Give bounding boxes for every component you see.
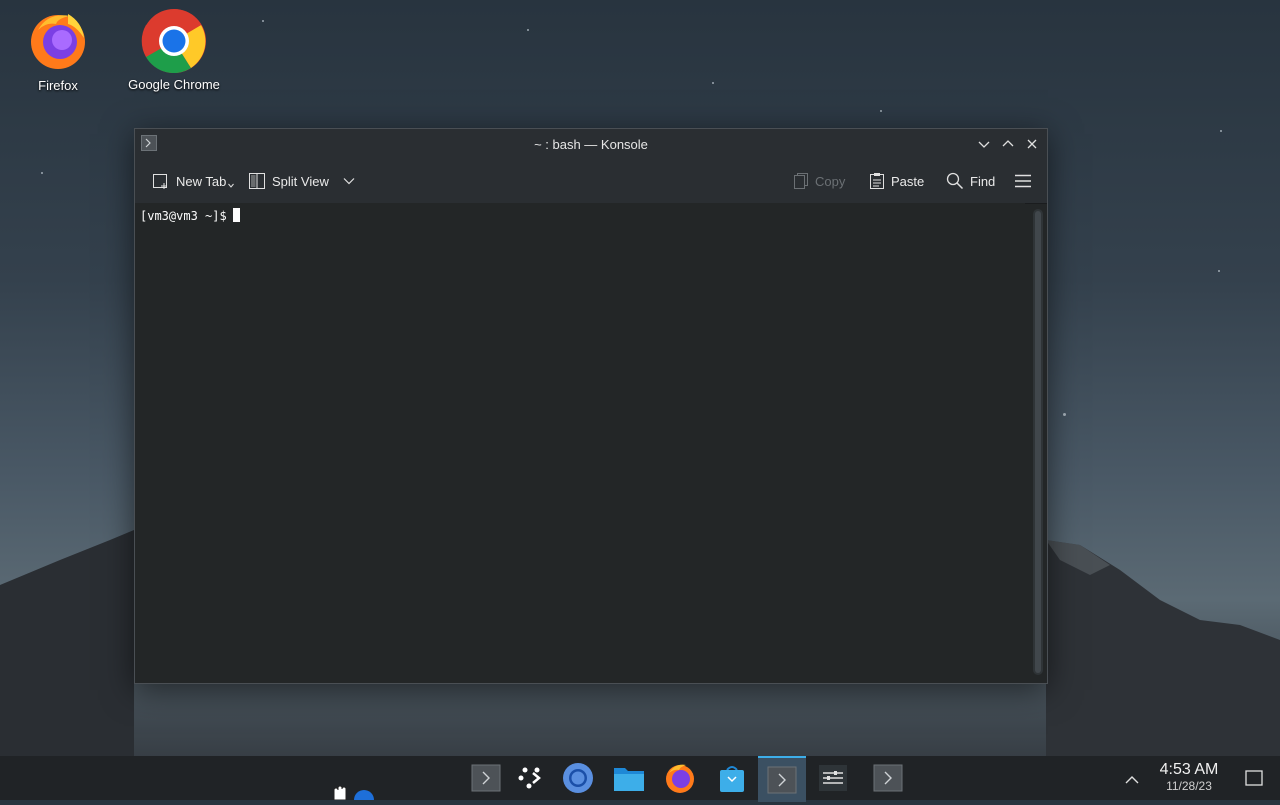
taskbar: 4:53 AM 11/28/23 [0, 756, 1280, 805]
split-view-button[interactable]: Split View [248, 169, 355, 193]
konsole-window[interactable]: ~ : bash — Konsole New Tab Split View Co… [134, 128, 1048, 684]
copy-icon [793, 172, 809, 190]
window-titlebar[interactable]: ~ : bash — Konsole [135, 129, 1047, 159]
text-cursor [232, 208, 240, 222]
paste-button[interactable]: Paste [869, 169, 924, 193]
digital-clock[interactable]: 4:53 AM 11/28/23 [1150, 761, 1228, 793]
split-view-label: Split View [272, 173, 329, 189]
hand-cursor-icon [332, 785, 374, 805]
clock-date: 11/28/23 [1166, 779, 1212, 793]
copy-button[interactable]: Copy [793, 169, 845, 193]
paste-label: Paste [891, 173, 925, 189]
konsole-active-icon [767, 766, 797, 794]
taskbar-files[interactable] [613, 762, 645, 794]
settings-icon [819, 765, 847, 791]
paste-icon [869, 172, 885, 190]
scrollbar-thumb[interactable] [1035, 211, 1041, 673]
terminal-scrollbar[interactable] [1033, 209, 1043, 675]
terminal-area[interactable]: [vm3@vm3 ~]$ [135, 203, 1025, 681]
split-view-icon [248, 172, 266, 190]
close-icon[interactable] [1021, 134, 1043, 154]
desktop-icon-chrome[interactable]: Google Chrome [119, 8, 229, 92]
chevron-down-icon [228, 183, 234, 188]
firefox-icon [28, 10, 88, 70]
konsole-icon [471, 764, 501, 792]
taskbar-kde-connect[interactable] [515, 762, 547, 794]
desktop-icon-label: Google Chrome [128, 77, 220, 92]
system-tray-expand-icon[interactable] [1125, 772, 1139, 790]
clock-time: 4:53 AM [1159, 761, 1219, 778]
taskbar-konsole-1[interactable] [470, 762, 502, 794]
files-icon [614, 768, 644, 791]
show-desktop-icon[interactable] [1245, 770, 1263, 791]
taskbar-settings[interactable] [817, 762, 849, 794]
hamburger-menu-icon[interactable] [1014, 169, 1032, 193]
konsole-icon [873, 764, 903, 792]
minimize-icon[interactable] [973, 134, 995, 154]
desktop-icon-firefox[interactable]: Firefox [3, 10, 113, 93]
chevron-down-icon[interactable] [343, 177, 355, 185]
copy-label: Copy [815, 173, 846, 189]
kde-connect-icon [518, 767, 541, 789]
taskbar-chromium[interactable] [562, 762, 594, 794]
terminal-line: [vm3@vm3 ~]$ [140, 208, 240, 223]
new-tab-icon [152, 172, 170, 190]
konsole-toolbar: New Tab Split View Copy Paste Find [135, 159, 1047, 204]
maximize-icon[interactable] [997, 134, 1019, 154]
find-label: Find [970, 173, 996, 189]
taskbar-konsole-active[interactable] [758, 756, 806, 802]
find-button[interactable]: Find [946, 169, 995, 193]
chrome-icon [141, 8, 207, 74]
terminal-prompt: [vm3@vm3 ~]$ [140, 209, 227, 223]
new-tab-button[interactable]: New Tab [152, 169, 234, 193]
firefox-icon [666, 764, 694, 793]
taskbar-firefox[interactable] [664, 762, 696, 794]
konsole-icon[interactable] [141, 135, 157, 151]
discover-icon [720, 766, 744, 792]
search-icon [946, 172, 964, 190]
desktop-icon-label: Firefox [38, 78, 78, 93]
chromium-icon [563, 763, 593, 793]
new-tab-label: New Tab [176, 173, 227, 189]
taskbar-konsole-2[interactable] [872, 762, 904, 794]
window-title: ~ : bash — Konsole [534, 136, 648, 152]
taskbar-discover[interactable] [716, 762, 748, 794]
